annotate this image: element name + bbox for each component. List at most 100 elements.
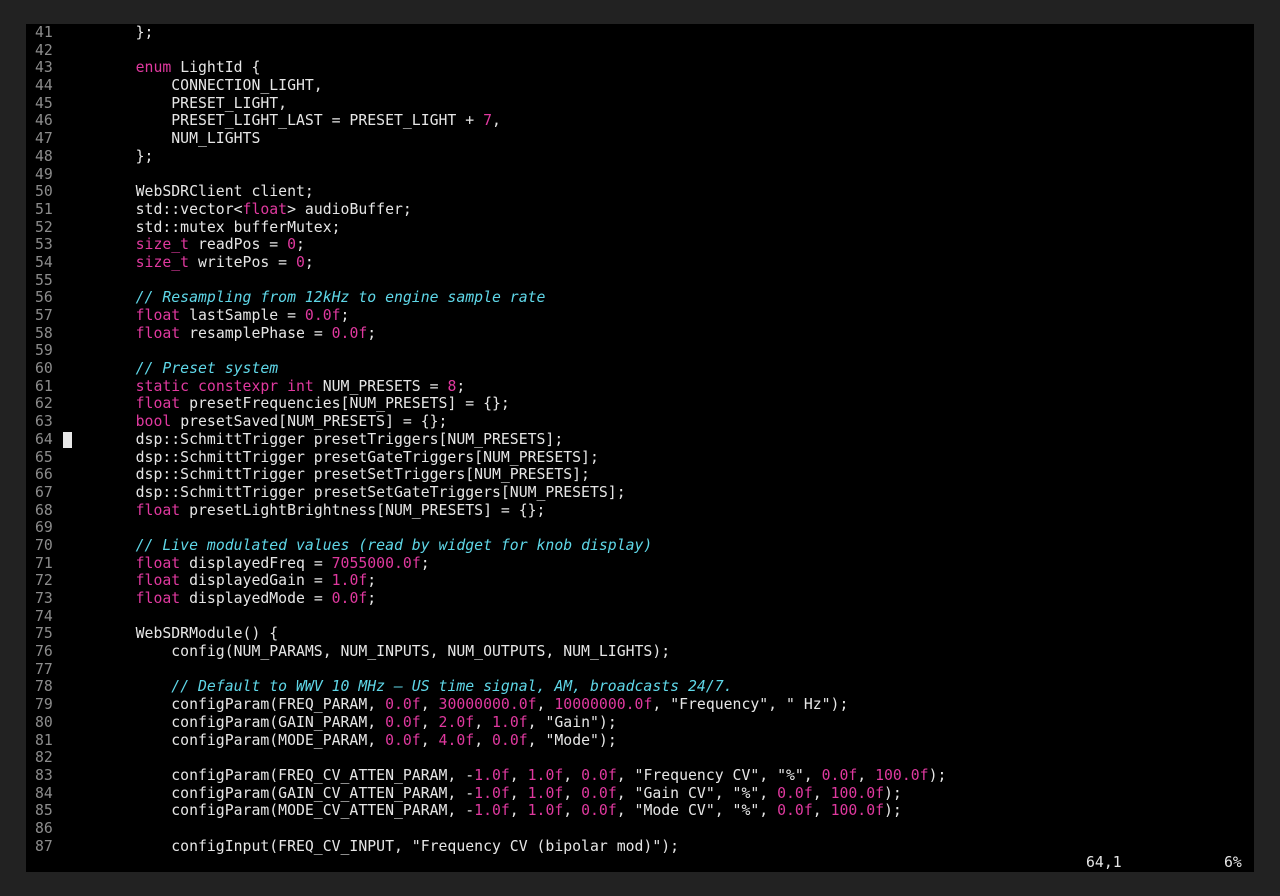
code-line[interactable]: 64 dsp::SchmittTrigger presetTriggers[NU… [26,431,1254,449]
code-line[interactable]: 59 [26,342,1254,360]
code-token-kw: enum [135,59,172,77]
code-line[interactable]: 73 float displayedMode = 0.0f; [26,590,1254,608]
code-text: config(NUM_PARAMS, NUM_INPUTS, NUM_OUTPU… [100,643,670,661]
line-number: 76 [35,643,53,661]
code-token-plain: ; [304,253,314,271]
code-token-comment: // Default to WWV 10 MHz — US time signa… [171,678,733,696]
line-number: 62 [35,395,53,413]
code-line[interactable]: 70 // Live modulated values (read by wid… [26,537,1254,555]
code-text: WebSDRModule() { [100,625,279,643]
code-line[interactable]: 66 dsp::SchmittTrigger presetSetTriggers… [26,466,1254,484]
code-line[interactable]: 80 configParam(GAIN_PARAM, 0.0f, 2.0f, 1… [26,714,1254,732]
code-token-num: 7 [483,112,492,130]
code-line[interactable]: 78 // Default to WWV 10 MHz — US time si… [26,678,1254,696]
code-token-type: float [135,307,181,324]
line-number: 48 [35,147,53,165]
code-line[interactable]: 85 configParam(MODE_CV_ATTEN_PARAM, -1.0… [26,802,1254,820]
code-line[interactable]: 75 WebSDRModule() { [26,625,1254,643]
code-line[interactable]: 77 [26,661,1254,679]
code-line[interactable]: 86 [26,820,1254,838]
code-token-num: 0.0f [385,696,421,714]
code-line[interactable]: 46 PRESET_LIGHT_LAST = PRESET_LIGHT + 7, [26,112,1254,130]
code-editor[interactable]: 41 }; 42 43 enum LightId {44 CONNECTION_LI… [26,24,1254,855]
code-line[interactable]: 62 float presetFrequencies[NUM_PRESETS] … [26,395,1254,413]
code-text: configParam(MODE_PARAM, 0.0f, 4.0f, 0.0f… [100,731,617,750]
code-token-plain: displayedGain = [180,572,332,590]
code-line[interactable]: 69 [26,519,1254,537]
code-line[interactable]: 45 PRESET_LIGHT, [26,95,1254,113]
code-line[interactable]: 74 [26,608,1254,626]
code-text: dsp::SchmittTrigger presetSetGateTrigger… [100,484,626,502]
code-line[interactable]: 53 size_t readPos = 0; [26,236,1254,254]
code-token-num: 0 [287,236,297,254]
code-token-num: 1.0f [474,802,510,820]
code-token-plain: , [563,802,582,820]
code-token-num: 0.0f [821,766,858,784]
code-line[interactable]: 65 dsp::SchmittTrigger presetGateTrigger… [26,449,1254,467]
code-line[interactable]: 79 configParam(FREQ_PARAM, 0.0f, 3000000… [26,696,1254,714]
code-token-num: 2.0f [438,713,475,731]
code-token-plain: dsp::SchmittTrigger presetTriggers[NUM_P… [100,430,564,448]
code-line[interactable]: 43 enum LightId { [26,59,1254,77]
line-number: 75 [35,625,53,643]
code-line[interactable]: 47 NUM_LIGHTS [26,130,1254,148]
code-line[interactable]: 48 }; [26,148,1254,166]
code-line[interactable]: 81 configParam(MODE_PARAM, 0.0f, 4.0f, 0… [26,732,1254,750]
code-text: bool presetSaved[NUM_PRESETS] = {}; [100,413,448,431]
line-number: 58 [35,324,53,342]
code-line[interactable]: 63 bool presetSaved[NUM_PRESETS] = {}; [26,413,1254,431]
code-line[interactable]: 72 float displayedGain = 1.0f; [26,572,1254,590]
code-line[interactable]: 50 WebSDRClient client; [26,183,1254,201]
code-token-plain: , [812,802,831,820]
code-line[interactable]: 68 float presetLightBrightness[NUM_PRESE… [26,502,1254,520]
code-token-plain: presetLightBrightness[NUM_PRESETS] = {}; [180,501,546,519]
code-token-plain: , "Mode CV", "%", [616,802,778,820]
code-token-plain: }; [100,24,154,41]
code-token-plain: configParam(MODE_CV_ATTEN_PARAM, - [100,802,475,820]
line-number: 41 [35,24,53,41]
scroll-percent: 6% [1224,854,1242,871]
code-line[interactable]: 51 std::vector<float> audioBuffer; [26,201,1254,219]
code-token-plain: , "Mode"); [527,731,617,749]
code-line[interactable]: 67 dsp::SchmittTrigger presetSetGateTrig… [26,484,1254,502]
code-token-num: 0.0f [492,731,528,749]
code-text: // Preset system [100,360,279,378]
line-number: 55 [35,271,53,289]
code-line[interactable]: 56 // Resampling from 12kHz to engine sa… [26,289,1254,307]
code-line[interactable]: 44 CONNECTION_LIGHT, [26,77,1254,95]
code-token-plain: , [420,731,439,749]
code-line[interactable]: 71 float displayedFreq = 7055000.0f; [26,555,1254,573]
code-line[interactable]: 49 [26,166,1254,184]
code-token-plain: , "Frequency CV", "%", [616,766,822,784]
code-line[interactable]: 83 configParam(FREQ_CV_ATTEN_PARAM, -1.0… [26,767,1254,785]
code-line[interactable]: 54 size_t writePos = 0; [26,254,1254,272]
code-text: configParam(FREQ_CV_ATTEN_PARAM, -1.0f, … [100,767,946,785]
line-number: 52 [35,218,53,236]
code-token-plain: ); [884,784,902,802]
code-line[interactable]: 61 static constexpr int NUM_PRESETS = 8; [26,378,1254,396]
code-line[interactable]: 58 float resamplePhase = 0.0f; [26,325,1254,343]
code-line[interactable]: 76 config(NUM_PARAMS, NUM_INPUTS, NUM_OU… [26,643,1254,661]
line-number: 69 [35,519,53,537]
code-line[interactable]: 52 std::mutex bufferMutex; [26,219,1254,237]
code-line[interactable]: 57 float lastSample = 0.0f; [26,307,1254,325]
code-token-plain: configParam(GAIN_CV_ATTEN_PARAM, - [100,784,475,802]
code-line[interactable]: 41 }; [26,24,1254,42]
code-token-plain: ; [420,554,430,572]
line-number: 78 [35,678,53,696]
code-line[interactable]: 84 configParam(GAIN_CV_ATTEN_PARAM, -1.0… [26,785,1254,803]
code-text: // Live modulated values (read by widget… [100,537,653,555]
line-number: 44 [35,77,53,95]
code-line[interactable]: 82 [26,749,1254,767]
code-line[interactable]: 60 // Preset system [26,360,1254,378]
code-token-type: size_t [135,253,190,271]
line-number: 43 [35,59,53,77]
code-line[interactable]: 55 [26,272,1254,290]
code-token-plain: resamplePhase = [180,324,332,342]
code-line[interactable]: 42 [26,42,1254,60]
